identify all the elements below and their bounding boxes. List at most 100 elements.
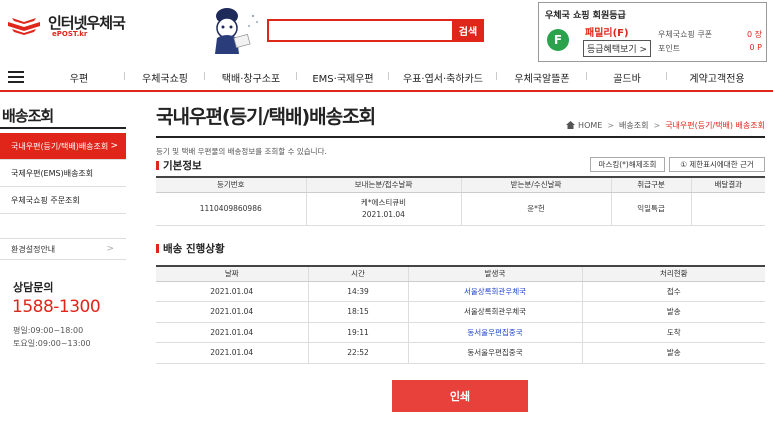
logo-subtext: ePOST.kr bbox=[52, 30, 88, 38]
cs-hours-saturday: 토요일:09:00~13:00 bbox=[13, 339, 91, 348]
section-marker bbox=[156, 161, 159, 170]
event-time: 22:52 bbox=[307, 342, 408, 364]
section-title: 배송 진행상황 bbox=[163, 243, 225, 255]
event-date: 2021.01.04 bbox=[156, 301, 308, 323]
table-row: 2021.01.04 14:39 서울상록회관우체국 접수 bbox=[156, 281, 765, 302]
nav-item-post[interactable]: 우편 bbox=[33, 70, 125, 85]
sidebar-item-label: 국내우편(등기/택배)배송조회 bbox=[11, 141, 109, 151]
nav-item-stamps[interactable]: 우표·엽서·축하카드 bbox=[389, 70, 497, 85]
epost-logo-icon bbox=[6, 14, 42, 40]
breadcrumb-current: 국내우편(등기/택배) 배송조회 bbox=[665, 121, 765, 130]
chevron-right-icon: > bbox=[106, 244, 114, 254]
nav-item-goldbar[interactable]: 골드바 bbox=[587, 70, 667, 85]
cs-title: 상담문의 bbox=[13, 281, 54, 294]
receiver-name: 윤*헌 bbox=[460, 192, 611, 226]
search-input[interactable] bbox=[267, 19, 452, 42]
breadcrumb-home[interactable]: HOME bbox=[578, 121, 602, 130]
member-grade-box: 우체국 쇼핑 회원등급 F 패밀리(F) 등급혜택보기 > 우체국쇼핑 쿠폰 0… bbox=[538, 2, 767, 62]
sender-date: 2021.01.04 bbox=[362, 209, 405, 219]
event-status: 도착 bbox=[581, 322, 765, 343]
section-marker bbox=[156, 244, 159, 253]
event-status: 접수 bbox=[581, 281, 765, 302]
nav-item-shopping[interactable]: 우체국쇼핑 bbox=[125, 70, 205, 85]
grade-name: 패밀리(F) bbox=[585, 28, 629, 39]
nav-item-mobile[interactable]: 우체국알뜰폰 bbox=[497, 70, 587, 85]
hamburger-menu-icon[interactable] bbox=[8, 71, 24, 84]
sidebar-item-label: 우체국쇼핑 주문조회 bbox=[11, 195, 80, 205]
main-nav: 우편 우체국쇼핑 택배·창구소포 EMS·국제우편 우표·엽서·축하카드 우체국… bbox=[0, 64, 773, 92]
office-name: 서울상록회관우체국 bbox=[407, 301, 582, 323]
sidebar-item-label: 국제우편(EMS)배송조회 bbox=[11, 168, 94, 178]
coupon-row: 우체국쇼핑 쿠폰 0 장 bbox=[658, 29, 762, 40]
table-row: 1110409860986 케*에스티큐비 2021.01.04 윤*헌 익일특… bbox=[156, 192, 765, 226]
sender-name: 케*에스티큐비 bbox=[360, 198, 407, 208]
print-button[interactable]: 인쇄 bbox=[392, 380, 528, 412]
epost-logo[interactable]: 인터넷우체국 ePOST.kr bbox=[6, 14, 126, 40]
cs-hours-weekday: 평일:09:00~18:00 bbox=[13, 326, 84, 335]
table-row: 2021.01.04 22:52 동서울우편집중국 발송 bbox=[156, 342, 765, 364]
sidebar-title: 배송조회 bbox=[2, 107, 54, 125]
home-icon bbox=[566, 120, 576, 131]
col-header: 받는분/수신날짜 bbox=[460, 176, 611, 193]
grade-badge: F bbox=[547, 29, 569, 51]
event-time: 14:39 bbox=[307, 281, 408, 302]
table-row: 2021.01.04 19:11 동서울우편집중국 도착 bbox=[156, 322, 765, 343]
search-bar: 검색 bbox=[267, 19, 484, 42]
section-basic-info: 기본정보 bbox=[156, 158, 202, 173]
table-header-row: 등기번호 보내는분/접수날짜 받는분/수신날짜 취급구분 배달결과 bbox=[156, 176, 765, 193]
event-status: 발송 bbox=[581, 301, 765, 323]
breadcrumb: HOME > 배송조회 > 국내우편(등기/택배) 배송조회 bbox=[566, 120, 765, 131]
sender-cell: 케*에스티큐비 2021.01.04 bbox=[305, 192, 461, 226]
coupon-label: 우체국쇼핑 쿠폰 bbox=[658, 30, 713, 39]
col-header: 취급구분 bbox=[610, 176, 691, 193]
breadcrumb-separator: > bbox=[607, 121, 615, 130]
breadcrumb-separator: > bbox=[653, 121, 661, 130]
col-header: 발생국 bbox=[407, 265, 582, 282]
col-header: 시간 bbox=[307, 265, 408, 282]
event-date: 2021.01.04 bbox=[156, 322, 308, 343]
event-time: 19:11 bbox=[307, 322, 408, 343]
office-link[interactable]: 서울상록회관우체국 bbox=[407, 281, 582, 302]
page-title: 국내우편(등기/택배)배송조회 bbox=[156, 106, 376, 128]
table-header-row: 날짜 시간 발생국 처리현황 bbox=[156, 265, 765, 282]
nav-item-ems[interactable]: EMS·국제우편 bbox=[297, 70, 389, 85]
col-header: 날짜 bbox=[156, 265, 308, 282]
col-header: 보내는분/접수날짜 bbox=[305, 176, 461, 193]
table-row: 2021.01.04 18:15 서울상록회관우체국 발송 bbox=[156, 301, 765, 323]
page-description: 등기 및 택배 우편물의 배송정보를 조회할 수 있습니다. bbox=[156, 147, 327, 156]
event-date: 2021.01.04 bbox=[156, 342, 308, 364]
point-row: 포인트 0 P bbox=[658, 43, 762, 54]
restriction-info-button[interactable]: ① 제한표시에대한 근거 bbox=[669, 157, 765, 172]
basic-info-table: 등기번호 보내는분/접수날짜 받는분/수신날짜 취급구분 배달결과 111040… bbox=[156, 176, 765, 226]
unmask-lookup-button[interactable]: 마스킹(*)해제조회 bbox=[590, 157, 665, 172]
logo-text: 인터넷우체국 bbox=[48, 14, 126, 32]
sidebar-item-shopping-order[interactable]: 우체국쇼핑 주문조회 bbox=[0, 187, 126, 214]
col-header: 배달결과 bbox=[690, 176, 765, 193]
mascot-image bbox=[205, 2, 275, 64]
sidebar-item-ems[interactable]: 국제우편(EMS)배송조회 bbox=[0, 160, 126, 187]
point-label: 포인트 bbox=[658, 44, 681, 53]
chevron-right-icon: > bbox=[110, 141, 118, 151]
event-time: 18:15 bbox=[307, 301, 408, 323]
office-link[interactable]: 동서울우편집중국 bbox=[407, 322, 582, 343]
col-header: 처리현황 bbox=[581, 265, 765, 282]
event-status: 발송 bbox=[581, 342, 765, 364]
section-title: 기본정보 bbox=[163, 160, 202, 172]
env-label: 환경설정안내 bbox=[11, 244, 56, 254]
title-divider bbox=[156, 136, 765, 138]
progress-table: 날짜 시간 발생국 처리현황 2021.01.04 14:39 서울상록회관우체… bbox=[156, 265, 765, 364]
nav-item-parcel[interactable]: 택배·창구소포 bbox=[205, 70, 297, 85]
coupon-value[interactable]: 0 장 bbox=[747, 29, 762, 40]
delivery-result bbox=[690, 192, 765, 226]
search-button[interactable]: 검색 bbox=[452, 19, 484, 42]
member-title: 우체국 쇼핑 회원등급 bbox=[545, 11, 626, 21]
event-date: 2021.01.04 bbox=[156, 281, 308, 302]
sidebar-divider bbox=[0, 127, 126, 129]
sidebar-item-env-settings[interactable]: 환경설정안내 > bbox=[0, 238, 126, 260]
point-value[interactable]: 0 P bbox=[750, 43, 762, 54]
nav-item-contract[interactable]: 계약고객전용 bbox=[667, 70, 767, 85]
grade-benefit-button[interactable]: 등급혜택보기 > bbox=[583, 40, 652, 57]
service-type: 익일특급 bbox=[610, 192, 691, 226]
sidebar-item-domestic[interactable]: 국내우편(등기/택배)배송조회 > bbox=[0, 133, 126, 160]
breadcrumb-tracking[interactable]: 배송조회 bbox=[619, 120, 648, 131]
